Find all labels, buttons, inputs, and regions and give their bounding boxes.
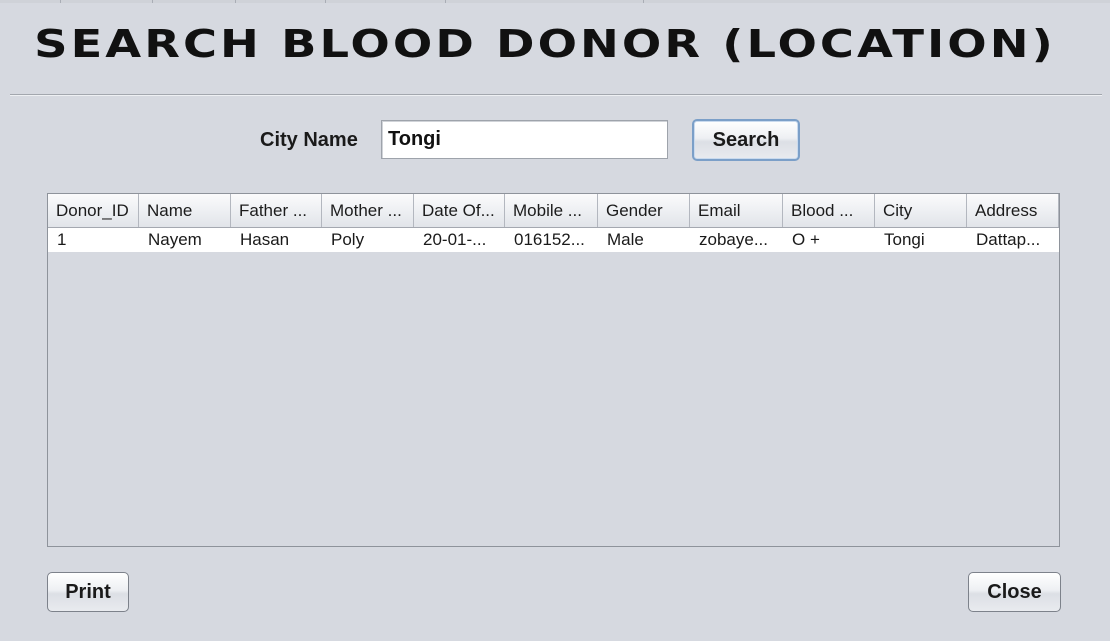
city-name-label: City Name	[260, 129, 358, 151]
column-header-name[interactable]: Name	[139, 194, 231, 227]
cell-gender: Male	[607, 230, 644, 249]
cell-father-name: Hasan	[240, 230, 290, 249]
cell-blood-group: O +	[792, 230, 820, 249]
column-header-date-of-birth[interactable]: Date Of...	[414, 194, 505, 227]
column-header-address[interactable]: Address	[967, 194, 1059, 227]
cell-email: zobaye...	[699, 230, 768, 249]
column-header-gender[interactable]: Gender	[598, 194, 690, 227]
table-row[interactable]: 1 Nayem Hasan Poly 20-01-... 016152... M…	[48, 228, 1059, 252]
table-header: Donor_ID Name Father ... Mother ... Date…	[48, 194, 1059, 228]
column-header-city[interactable]: City	[875, 194, 967, 227]
column-header-donor-id[interactable]: Donor_ID	[48, 194, 139, 227]
table-body: 1 Nayem Hasan Poly 20-01-... 016152... M…	[48, 228, 1059, 252]
column-header-mother-name[interactable]: Mother ...	[322, 194, 414, 227]
cell-name: Nayem	[148, 230, 202, 249]
cell-address: Dattap...	[976, 230, 1041, 249]
column-header-blood-group[interactable]: Blood ...	[783, 194, 875, 227]
column-header-email[interactable]: Email	[690, 194, 783, 227]
title-divider	[10, 94, 1102, 96]
cell-mother-name: Poly	[331, 230, 365, 249]
cell-city: Tongi	[884, 230, 925, 249]
search-button[interactable]: Search	[692, 119, 800, 161]
cell-donor-id: 1	[57, 230, 67, 249]
window-top-strip	[0, 0, 1110, 3]
close-button[interactable]: Close	[968, 572, 1061, 612]
cell-date-of-birth: 20-01-...	[423, 230, 487, 249]
donor-table[interactable]: Donor_ID Name Father ... Mother ... Date…	[47, 193, 1060, 547]
column-header-father-name[interactable]: Father ...	[231, 194, 322, 227]
cell-mobile: 016152...	[514, 230, 585, 249]
page-title: SEARCH BLOOD DONOR (LOCATION)	[34, 22, 1056, 66]
city-name-input[interactable]	[381, 120, 668, 159]
column-header-mobile[interactable]: Mobile ...	[505, 194, 598, 227]
print-button[interactable]: Print	[47, 572, 129, 612]
